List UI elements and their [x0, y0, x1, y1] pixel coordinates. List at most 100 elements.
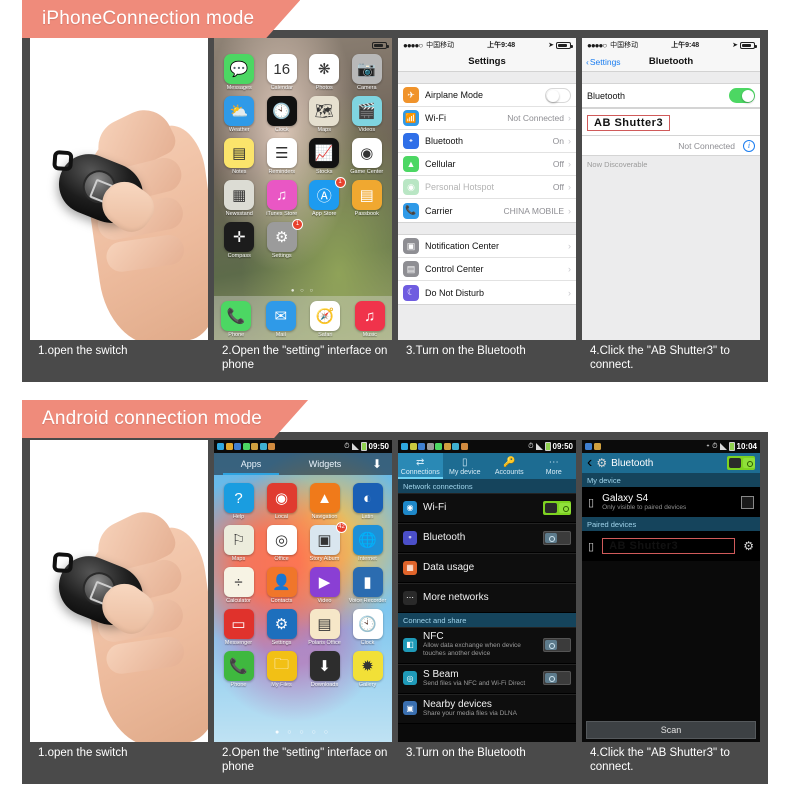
app-weather[interactable]: ⛅ Weather	[220, 96, 259, 133]
carrier-label: 中国移动	[426, 42, 455, 49]
visibility-checkbox[interactable]	[741, 495, 754, 509]
app-passbook[interactable]: ▤ Passbook	[348, 180, 387, 217]
ios-settings-row-control-center[interactable]: ▤ Control Center ›	[398, 258, 576, 281]
phone-icon: 📞	[221, 301, 252, 331]
tab-my-device[interactable]: ▯ My device	[443, 453, 488, 479]
ios-settings-row-airplane-mode[interactable]: ✈ Airplane Mode	[398, 84, 576, 107]
battery-icon	[372, 41, 389, 49]
android-settings-row-data-usage[interactable]: ▦ Data usage	[398, 553, 576, 583]
ios-settings-row-do-not-disturb[interactable]: ☾ Do Not Disturb ›	[398, 281, 576, 304]
app-phone[interactable]: 📞 Phone	[218, 651, 259, 688]
carrier-icon: 📞	[403, 202, 419, 219]
app-messenger[interactable]: ▭ Messenger	[218, 609, 259, 646]
app-label: Passbook	[354, 211, 379, 217]
bluetooth-switch[interactable]	[543, 530, 571, 545]
app-help[interactable]: ? Help	[218, 483, 259, 520]
android-settings-row-bluetooth[interactable]: ᛭ Bluetooth	[398, 523, 576, 553]
app-settings[interactable]: ⚙ Settings	[261, 609, 302, 646]
app-downloads[interactable]: ⬇ Downloads	[304, 651, 345, 688]
device-settings-gear-icon[interactable]: ⚙	[743, 539, 754, 553]
app-local[interactable]: ◉ Local	[261, 483, 302, 520]
tab-connections[interactable]: ⇄ Connections	[398, 453, 443, 479]
app-safari[interactable]: 🧭 Safari	[310, 301, 341, 338]
section-header-my-device: My device	[582, 473, 760, 487]
app-phone[interactable]: 📞 Phone	[221, 301, 252, 338]
airplane-mode-switch[interactable]	[545, 87, 571, 103]
app-gallery[interactable]: ✹ Gallery	[347, 651, 388, 688]
bluetooth-toggle-row[interactable]: Bluetooth	[582, 84, 760, 107]
nfc-switch[interactable]	[543, 637, 571, 652]
app-voice-recorder[interactable]: ▮ Voice Recorder	[347, 567, 388, 604]
tab-apps[interactable]: Apps	[214, 453, 288, 475]
app-notes[interactable]: ▤ Notes	[220, 138, 259, 175]
app-navigation[interactable]: ▲ Navigation	[304, 483, 345, 520]
app-video[interactable]: ▶ Video	[304, 567, 345, 604]
wi-fi-switch[interactable]	[543, 500, 571, 515]
scan-button[interactable]: Scan	[586, 721, 756, 739]
ios-device-name-row[interactable]: AB Shutter3	[582, 108, 760, 136]
app-maps[interactable]: 🗺 Maps	[305, 96, 344, 133]
app-app-store[interactable]: 1 Ⓐ App Store	[305, 177, 346, 217]
app-internet[interactable]: 🌐 Internet	[347, 525, 388, 562]
my-files-icon: 🗀	[266, 651, 297, 681]
app-clock[interactable]: 🕙 Clock	[263, 96, 302, 133]
app-polaris-office[interactable]: ▤ Polaris Office	[304, 609, 345, 646]
gear-icon[interactable]: ⚙	[596, 456, 607, 470]
my-device-row[interactable]: ▯ Galaxy S4 Only visible to paired devic…	[582, 487, 760, 517]
caption-step-2: 2.Open the "setting" interface on phone	[222, 747, 388, 774]
ios-settings-row-bluetooth[interactable]: ᛭ Bluetooth On ›	[398, 130, 576, 153]
ios-settings-row-notification-center[interactable]: ▣ Notification Center ›	[398, 235, 576, 258]
app-clock[interactable]: 🕙 Clock	[347, 609, 388, 646]
ios-settings-row-wi-fi[interactable]: 📶 Wi-Fi Not Connected ›	[398, 107, 576, 130]
app-label: Compass	[227, 253, 251, 259]
row-label: Carrier	[425, 205, 453, 216]
android-settings-row-wi-fi[interactable]: ◉ Wi-Fi	[398, 493, 576, 523]
app-settings[interactable]: 1 ⚙ Settings	[263, 219, 303, 259]
app-calendar[interactable]: 16 Calendar	[263, 54, 302, 91]
app-music[interactable]: ♫ Music	[354, 301, 385, 338]
android-settings-row-nfc[interactable]: ◧ NFC Allow data exchange when device touc…	[398, 627, 576, 664]
app-photos[interactable]: ❋ Photos	[305, 54, 344, 91]
app-office[interactable]: ◎ Office	[261, 525, 302, 562]
s-beam-switch[interactable]	[543, 671, 571, 686]
app-contacts[interactable]: 👤 Contacts	[261, 567, 302, 604]
back-button[interactable]: ‹ Settings	[586, 57, 621, 67]
paired-device-row[interactable]: ▯ AB Shutter3 ⚙	[582, 531, 760, 561]
moon-icon: ☾	[403, 284, 419, 301]
row-text: Wi-Fi	[423, 502, 537, 513]
ios-settings-row-cellular[interactable]: ▲ Cellular Off ›	[398, 153, 576, 176]
tab-widgets[interactable]: Widgets	[288, 453, 362, 475]
ios-settings-row-personal-hotspot[interactable]: ◉ Personal Hotspot Off ›	[398, 176, 576, 199]
app-stocks[interactable]: 📈 Stocks	[305, 138, 344, 175]
app-messages[interactable]: 💬 Messages	[220, 54, 259, 91]
app-reminders[interactable]: ☰ Reminders	[263, 138, 302, 175]
status-tray-icons	[401, 443, 468, 450]
app-maps[interactable]: ⚐ Maps	[218, 525, 259, 562]
app-itunes-store[interactable]: ♫ iTunes Store	[263, 180, 302, 217]
app-videos[interactable]: 🎬 Videos	[348, 96, 387, 133]
ab-shutter-highlight[interactable]: AB Shutter3	[602, 538, 736, 554]
app-mail[interactable]: ✉ Mail	[265, 301, 296, 338]
info-icon[interactable]: i	[743, 139, 755, 152]
android-settings-row-nearby-devices[interactable]: ▣ Nearby devices Share your media files vi…	[398, 693, 576, 724]
tab-more[interactable]: ⋯ More	[532, 453, 577, 479]
app-game-center[interactable]: ◉ Game Center	[348, 138, 387, 175]
bluetooth-toggle-switch[interactable]	[729, 88, 755, 103]
chevron-left-icon[interactable]: ‹	[587, 454, 592, 472]
app-camera[interactable]: 📷 Camera	[348, 54, 387, 91]
bluetooth-toggle-switch[interactable]	[727, 456, 755, 470]
android-settings-row-more-networks[interactable]: ⋯ More networks	[398, 583, 576, 613]
download-icon[interactable]: ⬇	[362, 453, 392, 475]
caption-step-1: 1.open the switch	[38, 747, 128, 759]
ios-settings-row-carrier[interactable]: 📞 Carrier CHINA MOBILE ›	[398, 199, 576, 222]
android-settings-row-s-beam[interactable]: ◎ S Beam Send files via NFC and Wi-Fi Dire…	[398, 663, 576, 694]
app-story-album[interactable]: 42 ▣ Story Album	[304, 522, 347, 562]
app-newsstand[interactable]: ▦ Newsstand	[220, 180, 259, 217]
app-compass[interactable]: ✛ Compass	[220, 222, 259, 259]
app-calculator[interactable]: ÷ Calculator	[218, 567, 259, 604]
app-my-files[interactable]: 🗀 My Files	[261, 651, 302, 688]
app-latin[interactable]: ◐ Latin	[347, 483, 388, 520]
ab-shutter-highlight[interactable]: AB Shutter3	[587, 115, 671, 131]
music-icon: ♫	[354, 301, 385, 331]
tab-accounts[interactable]: 🔑 Accounts	[487, 453, 532, 479]
